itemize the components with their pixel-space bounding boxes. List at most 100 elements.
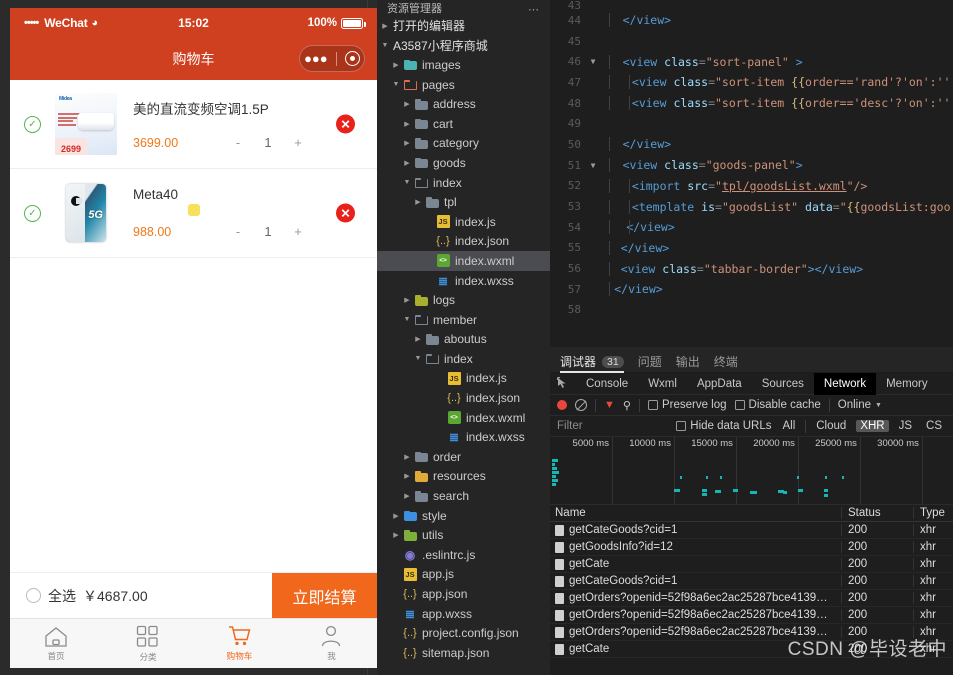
clear-icon[interactable]: [575, 399, 587, 411]
quantity-stepper[interactable]: - 1 +: [225, 224, 311, 239]
code-line[interactable]: 50 </view>: [550, 134, 953, 155]
chevron-right-icon[interactable]: ▶: [390, 531, 402, 539]
code-line[interactable]: 55 </view>: [550, 238, 953, 259]
fold-chevron-down-icon[interactable]: ▼: [586, 57, 600, 66]
tree-folder-order[interactable]: ▶ order: [377, 447, 550, 467]
inspector-tab-appdata[interactable]: AppData: [687, 373, 752, 395]
chevron-down-icon[interactable]: ▼: [875, 402, 882, 409]
close-circle-icon[interactable]: ✕: [336, 203, 355, 223]
tab-profile[interactable]: 我: [285, 619, 377, 668]
chevron-right-icon[interactable]: ▶: [401, 120, 413, 128]
chevron-down-icon[interactable]: ▼: [379, 42, 391, 49]
tree-folder-member[interactable]: ▼ member: [377, 310, 550, 330]
table-row[interactable]: getCate 200 xhr: [550, 641, 953, 658]
tree-file-index.wxss[interactable]: ≣ index.wxss: [377, 427, 550, 447]
code-line[interactable]: 54 </view>: [550, 217, 953, 238]
inspector-tab-console[interactable]: Console: [576, 373, 638, 395]
chevron-right-icon[interactable]: ▶: [401, 472, 413, 480]
check-circle-icon[interactable]: ✓: [24, 204, 41, 222]
chevron-right-icon[interactable]: ▶: [412, 198, 424, 206]
devtools-tab-1[interactable]: 调试器 31: [560, 347, 624, 373]
chevron-down-icon[interactable]: ▼: [401, 179, 413, 186]
funnel-icon[interactable]: ▼: [604, 399, 615, 411]
increase-qty-button[interactable]: +: [285, 135, 311, 150]
tree-file-app.js[interactable]: JS app.js: [377, 565, 550, 585]
chevron-right-icon[interactable]: ▶: [401, 159, 413, 167]
tree-file-index.json[interactable]: {..} index.json: [377, 388, 550, 408]
tree-folder-images[interactable]: ▶ images: [377, 55, 550, 75]
code-line[interactable]: 48 <view class="sort-item {{order=='desc'…: [550, 93, 953, 114]
tree-section-A3587小程序商城[interactable]: ▼ A3587小程序商城: [377, 36, 550, 56]
code-line[interactable]: 46 ▼ <view class="sort-panel" >: [550, 51, 953, 72]
table-row[interactable]: getOrders?openid=52f98a6ec2ac25287bce413…: [550, 590, 953, 607]
tree-folder-index[interactable]: ▼ index: [377, 173, 550, 193]
tree-folder-category[interactable]: ▶ category: [377, 134, 550, 154]
tree-folder-style[interactable]: ▶ style: [377, 506, 550, 526]
throttling-select[interactable]: Online ▼: [838, 399, 882, 411]
quantity-stepper[interactable]: - 1 +: [225, 135, 311, 150]
fold-chevron-down-icon[interactable]: ▼: [586, 161, 600, 170]
disable-cache-checkbox[interactable]: Disable cache: [734, 399, 821, 411]
filter-type-js[interactable]: JS: [895, 420, 916, 432]
tab-cart[interactable]: 购物车: [194, 619, 286, 668]
tree-folder-cart[interactable]: ▶ cart: [377, 114, 550, 134]
target-circle-icon[interactable]: [344, 51, 360, 66]
tree-file-index.js[interactable]: JS index.js: [377, 369, 550, 389]
chevron-right-icon[interactable]: ▶: [401, 100, 413, 108]
tree-file-index.wxss[interactable]: ≣ index.wxss: [377, 271, 550, 291]
chevron-right-icon[interactable]: ▶: [401, 296, 413, 304]
tree-file-project.config.json[interactable]: {..} project.config.json: [377, 623, 550, 643]
tree-file-index.wxml[interactable]: <> index.wxml: [377, 408, 550, 428]
filter-type-cloud[interactable]: Cloud: [812, 420, 850, 432]
tree-folder-search[interactable]: ▶ search: [377, 486, 550, 506]
increase-qty-button[interactable]: +: [285, 224, 311, 239]
checkout-button[interactable]: 立即结算: [272, 573, 377, 618]
decrease-qty-button[interactable]: -: [225, 224, 251, 239]
close-circle-icon[interactable]: ✕: [336, 114, 355, 134]
inspector-tab-memory[interactable]: Memory: [876, 373, 938, 395]
tab-home[interactable]: 首页: [10, 619, 102, 668]
cart-item[interactable]: ✓ Midea 2699 美的直流变频空调1.5P 3699.00 - 1 + …: [10, 80, 377, 169]
tree-folder-goods[interactable]: ▶ goods: [377, 153, 550, 173]
element-picker-icon[interactable]: [550, 377, 576, 390]
check-circle-icon[interactable]: ✓: [24, 115, 41, 133]
product-thumbnail-air-conditioner[interactable]: Midea 2699: [55, 93, 117, 155]
select-all-group[interactable]: 全选 ￥4687.00: [10, 586, 272, 606]
preserve-log-checkbox[interactable]: Preserve log: [647, 399, 727, 411]
tree-file-app.wxss[interactable]: ≣ app.wxss: [377, 604, 550, 624]
tree-folder-address[interactable]: ▶ address: [377, 94, 550, 114]
code-editor[interactable]: 43 44 </view> 45 46 ▼ <view class="sort-panel"…: [550, 0, 953, 347]
decrease-qty-button[interactable]: -: [225, 135, 251, 150]
record-circle-icon[interactable]: [557, 400, 567, 410]
filter-type-all[interactable]: All: [778, 420, 799, 432]
tree-folder-tpl[interactable]: ▶ tpl: [377, 192, 550, 212]
code-line[interactable]: 47 <view class="sort-item {{order=='rand'…: [550, 72, 953, 93]
chevron-right-icon[interactable]: ▶: [401, 453, 413, 461]
tree-file-app.json[interactable]: {..} app.json: [377, 584, 550, 604]
table-row[interactable]: getCate 200 xhr: [550, 556, 953, 573]
chevron-right-icon[interactable]: ▶: [390, 512, 402, 520]
tree-file-index.wxml[interactable]: <> index.wxml: [377, 251, 550, 271]
inspector-tab-network[interactable]: Network: [813, 372, 877, 395]
inspector-tab-wxml[interactable]: Wxml: [638, 373, 687, 395]
chevron-right-icon[interactable]: ▶: [401, 492, 413, 500]
code-line[interactable]: 51 ▼ <view class="goods-panel">: [550, 155, 953, 176]
table-row[interactable]: getOrders?openid=52f98a6ec2ac25287bce413…: [550, 607, 953, 624]
select-all-checkbox[interactable]: [26, 588, 41, 603]
chevron-down-icon[interactable]: ▼: [390, 81, 402, 88]
devtools-tab-3[interactable]: 输出: [676, 347, 700, 373]
inspector-tab-sources[interactable]: Sources: [752, 373, 814, 395]
hide-data-urls-checkbox[interactable]: Hide data URLs: [676, 420, 771, 432]
search-icon[interactable]: ⚲: [623, 399, 631, 412]
filter-input[interactable]: Filter: [557, 420, 669, 432]
filter-type-cs[interactable]: CS: [922, 420, 946, 432]
chevron-right-icon[interactable]: ▶: [401, 139, 413, 147]
table-row[interactable]: getCateGoods?cid=1 200 xhr: [550, 522, 953, 539]
tree-folder-aboutus[interactable]: ▶ aboutus: [377, 330, 550, 350]
code-line[interactable]: 53 <template is="goodsList" data="{{goods…: [550, 196, 953, 217]
code-line[interactable]: 43: [550, 0, 953, 12]
tree-file-.eslintrc.js[interactable]: ◉ .eslintrc.js: [377, 545, 550, 565]
table-row[interactable]: getOrders?openid=52f98a6ec2ac25287bce413…: [550, 624, 953, 641]
column-header-name[interactable]: Name: [550, 507, 841, 519]
tree-file-sitemap.json[interactable]: {..} sitemap.json: [377, 643, 550, 663]
